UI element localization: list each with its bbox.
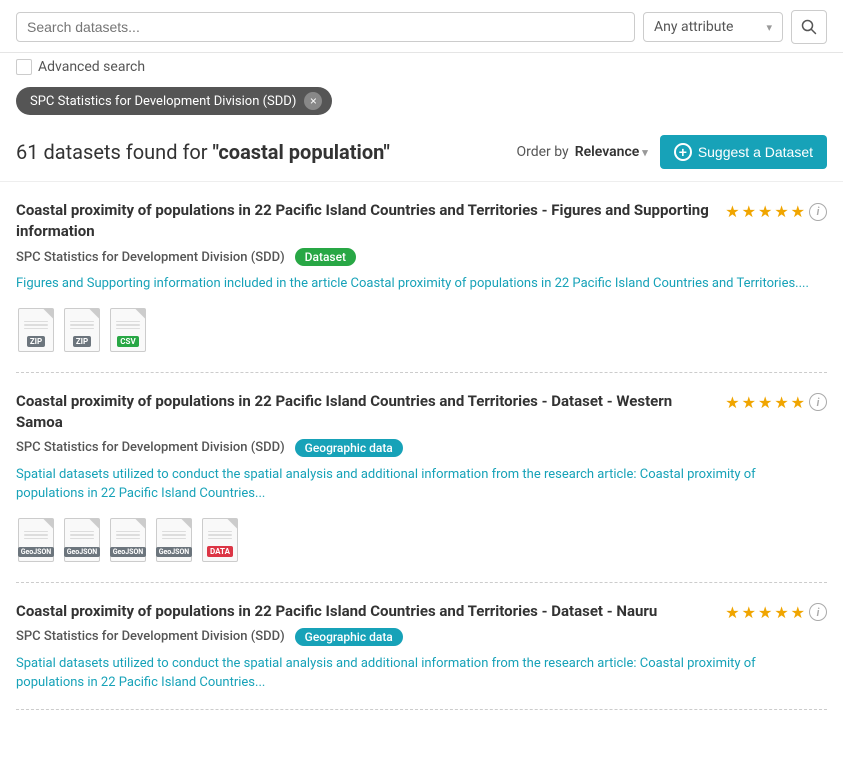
file-format-label: DATA (207, 546, 233, 557)
star-4: ★ (774, 603, 788, 622)
star-rating: ★ ★ ★ ★ ★ (725, 603, 805, 622)
filter-tags-area: SPC Statistics for Development Division … (0, 83, 843, 125)
file-format-label: ZIP (73, 336, 91, 347)
order-by-label: Order by (516, 144, 568, 160)
result-org: SPC Statistics for Development Division … (16, 250, 285, 265)
file-format-label: ZIP (27, 336, 45, 347)
result-title[interactable]: Coastal proximity of populations in 22 P… (16, 200, 717, 242)
star-4: ★ (774, 393, 788, 412)
chevron-down-icon: ▾ (766, 21, 772, 34)
star-rating: ★ ★ ★ ★ ★ (725, 393, 805, 412)
results-list: Coastal proximity of populations in 22 P… (0, 182, 843, 710)
advanced-search-row: Advanced search (0, 53, 843, 83)
file-format-label: GeoJSON (110, 547, 147, 557)
suggest-dataset-button[interactable]: + Suggest a Dataset (660, 135, 827, 169)
results-count: 61 datasets found for "coastal populatio… (16, 140, 390, 164)
suggest-button-label: Suggest a Dataset (698, 144, 813, 160)
star-2: ★ (742, 202, 756, 221)
results-header: 61 datasets found for "coastal populatio… (0, 125, 843, 182)
result-meta: SPC Statistics for Development Division … (16, 439, 827, 457)
result-badge[interactable]: Geographic data (295, 628, 403, 646)
star-1: ★ (725, 202, 739, 221)
order-by-value: Relevance (575, 144, 640, 160)
search-query: "coastal population" (213, 140, 390, 164)
result-meta: SPC Statistics for Development Division … (16, 628, 827, 646)
result-badge[interactable]: Dataset (295, 248, 356, 266)
file-icon[interactable]: GeoJSON (154, 518, 194, 566)
search-header: Any attribute ▾ (0, 0, 843, 53)
result-description: Spatial datasets utilized to conduct the… (16, 654, 827, 693)
file-icon[interactable]: GeoJSON (108, 518, 148, 566)
result-meta: SPC Statistics for Development Division … (16, 248, 827, 266)
advanced-search-label[interactable]: Advanced search (38, 59, 145, 75)
file-format-label: GeoJSON (156, 547, 193, 557)
result-stars-wrap: ★ ★ ★ ★ ★ i (725, 202, 827, 221)
result-description: Spatial datasets utilized to conduct the… (16, 465, 827, 504)
search-icon (801, 19, 817, 35)
result-stars-wrap: ★ ★ ★ ★ ★ i (725, 603, 827, 622)
file-icon[interactable]: DATA (200, 518, 240, 566)
attribute-dropdown[interactable]: Any attribute ▾ (643, 12, 783, 42)
star-1: ★ (725, 603, 739, 622)
star-5: ★ (791, 202, 805, 221)
result-item: Coastal proximity of populations in 22 P… (16, 583, 827, 710)
order-chevron-icon: ▾ (642, 146, 648, 159)
order-by-dropdown[interactable]: Relevance ▾ (575, 144, 648, 160)
count-number: 61 datasets found for (16, 140, 208, 164)
file-icon[interactable]: ZIP (16, 308, 56, 356)
result-item: Coastal proximity of populations in 22 P… (16, 182, 827, 373)
file-icons-row: ZIP ZIP CSV (16, 308, 827, 356)
attribute-label: Any attribute (654, 19, 733, 35)
search-input[interactable] (27, 19, 624, 35)
star-3: ★ (758, 202, 772, 221)
filter-tag-label: SPC Statistics for Development Division … (30, 94, 296, 109)
result-title[interactable]: Coastal proximity of populations in 22 P… (16, 601, 717, 622)
file-icon[interactable]: ZIP (62, 308, 102, 356)
filter-tag-close-button[interactable]: × (304, 92, 322, 110)
file-icon[interactable]: GeoJSON (62, 518, 102, 566)
result-title-row: Coastal proximity of populations in 22 P… (16, 601, 827, 622)
file-icon[interactable]: GeoJSON (16, 518, 56, 566)
file-icons-row: GeoJSON GeoJSON GeoJSON (16, 518, 827, 566)
advanced-search-checkbox[interactable] (16, 59, 32, 75)
star-5: ★ (791, 393, 805, 412)
search-input-wrap[interactable] (16, 12, 635, 42)
file-icon[interactable]: CSV (108, 308, 148, 356)
file-format-label: GeoJSON (18, 547, 55, 557)
plus-circle-icon: + (674, 143, 692, 161)
star-2: ★ (742, 603, 756, 622)
result-stars-wrap: ★ ★ ★ ★ ★ i (725, 393, 827, 412)
active-filter-tag: SPC Statistics for Development Division … (16, 87, 332, 115)
result-title-row: Coastal proximity of populations in 22 P… (16, 391, 827, 433)
star-3: ★ (758, 603, 772, 622)
rating-info-icon[interactable]: i (809, 603, 827, 621)
search-row: Any attribute ▾ (16, 10, 827, 44)
star-4: ★ (774, 202, 788, 221)
file-format-label: GeoJSON (64, 547, 101, 557)
result-description: Figures and Supporting information inclu… (16, 274, 827, 294)
star-3: ★ (758, 393, 772, 412)
result-title-row: Coastal proximity of populations in 22 P… (16, 200, 827, 242)
result-org: SPC Statistics for Development Division … (16, 440, 285, 455)
search-button[interactable] (791, 10, 827, 44)
result-badge[interactable]: Geographic data (295, 439, 403, 457)
result-title[interactable]: Coastal proximity of populations in 22 P… (16, 391, 717, 433)
rating-info-icon[interactable]: i (809, 393, 827, 411)
order-by-wrap: Order by Relevance ▾ (516, 144, 647, 160)
star-rating: ★ ★ ★ ★ ★ (725, 202, 805, 221)
star-1: ★ (725, 393, 739, 412)
star-5: ★ (791, 603, 805, 622)
rating-info-icon[interactable]: i (809, 203, 827, 221)
result-org: SPC Statistics for Development Division … (16, 629, 285, 644)
star-2: ★ (742, 393, 756, 412)
result-item: Coastal proximity of populations in 22 P… (16, 373, 827, 583)
file-format-label: CSV (117, 336, 138, 347)
